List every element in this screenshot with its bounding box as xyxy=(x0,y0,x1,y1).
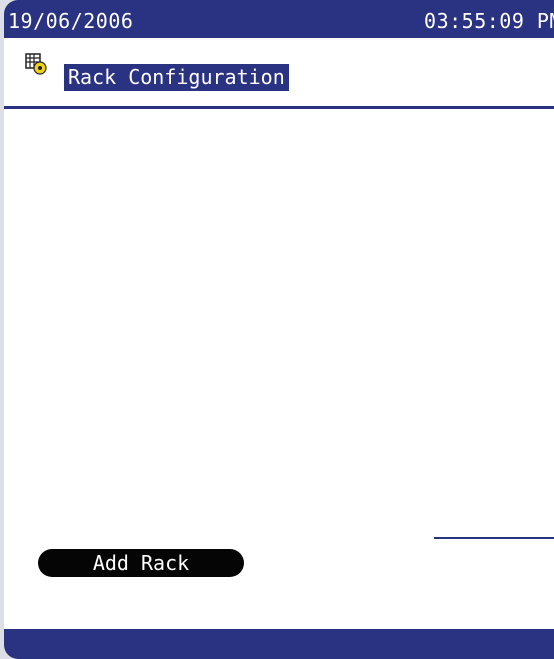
add-rack-button[interactable]: Add Rack xyxy=(38,549,244,577)
status-bar: 19/06/2006 03:55:09 PM xyxy=(4,0,554,38)
rack-config-icon xyxy=(25,53,47,75)
bottom-bar xyxy=(4,629,554,659)
divider-line xyxy=(434,537,554,539)
time-readout: 03:55:09 PM xyxy=(424,9,554,33)
date-readout: 19/06/2006 xyxy=(8,9,134,33)
device-screen: 19/06/2006 03:55:09 PM Rack Configuratio… xyxy=(4,0,554,659)
page-header: Rack Configuration xyxy=(4,48,554,98)
page-title: Rack Configuration xyxy=(64,64,289,91)
